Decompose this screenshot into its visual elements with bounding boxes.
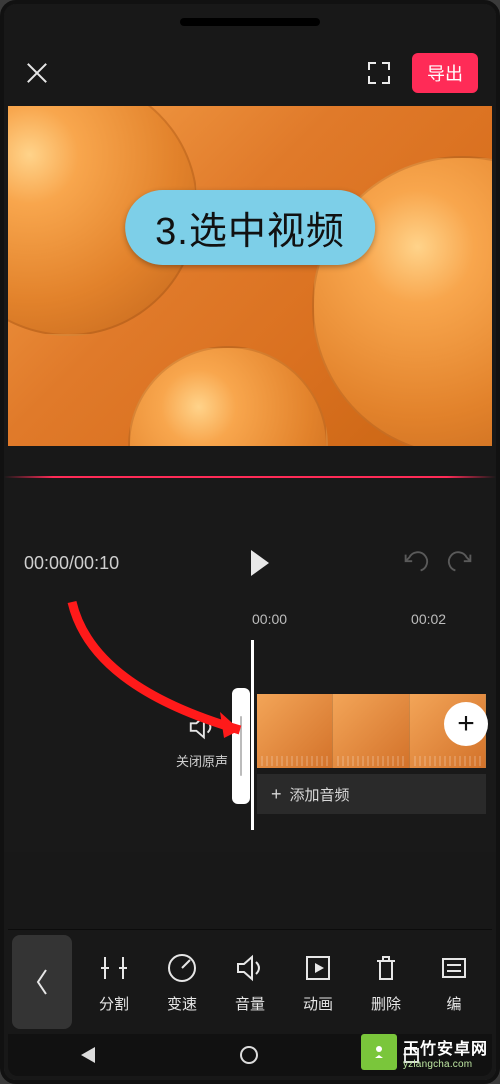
nav-home-icon[interactable] xyxy=(240,1046,258,1064)
tool-label: 音量 xyxy=(235,993,265,1014)
close-icon[interactable] xyxy=(22,58,52,88)
timecode-label: 00:00/00:10 xyxy=(24,553,119,574)
plus-icon: + xyxy=(271,784,282,805)
add-audio-track[interactable]: + 添加音频 xyxy=(257,774,486,814)
preview-divider xyxy=(4,476,496,478)
redo-icon[interactable] xyxy=(446,548,476,578)
mute-label: 关闭原声 xyxy=(172,751,232,770)
mute-original-sound[interactable]: 关闭原声 xyxy=(172,712,232,770)
timeline-ruler: 00:00 00:02 xyxy=(4,608,496,630)
edit-icon xyxy=(437,951,471,985)
tick-label: 00:02 xyxy=(411,611,446,627)
speed-icon xyxy=(165,951,199,985)
tool-label: 分割 xyxy=(99,993,129,1014)
tool-speed[interactable]: 变速 xyxy=(151,951,213,1014)
video-preview[interactable]: 3.选中视频 xyxy=(8,106,492,446)
trash-icon xyxy=(369,951,403,985)
add-audio-label: 添加音频 xyxy=(290,784,350,805)
split-icon xyxy=(97,951,131,985)
watermark: 玉竹安卓网 yzlangcha.com xyxy=(357,1032,492,1072)
watermark-title: 玉竹安卓网 xyxy=(403,1035,488,1059)
overlay-hint-bubble: 3.选中视频 xyxy=(125,190,375,265)
tool-label: 变速 xyxy=(167,993,197,1014)
playhead[interactable] xyxy=(251,640,254,830)
export-button[interactable]: 导出 xyxy=(412,53,478,93)
tool-label: 动画 xyxy=(303,993,333,1014)
undo-icon[interactable] xyxy=(400,548,430,578)
tool-label: 编 xyxy=(446,993,461,1014)
tool-split[interactable]: 分割 xyxy=(83,951,145,1014)
volume-icon xyxy=(233,951,267,985)
watermark-logo-icon xyxy=(361,1034,397,1070)
nav-back-icon[interactable] xyxy=(81,1047,95,1063)
toolbar-back-button[interactable] xyxy=(12,935,72,1029)
tool-edit[interactable]: 编 xyxy=(423,951,485,1014)
clip-handle-left[interactable] xyxy=(232,688,250,804)
play-icon[interactable] xyxy=(251,550,269,576)
editor-toolbar: 分割 变速 音量 动画 xyxy=(8,929,492,1034)
tool-volume[interactable]: 音量 xyxy=(219,951,281,1014)
playback-bar: 00:00/00:10 xyxy=(4,518,496,608)
editor-header: 导出 xyxy=(4,40,496,106)
tool-animation[interactable]: 动画 xyxy=(287,951,349,1014)
tool-delete[interactable]: 删除 xyxy=(355,951,417,1014)
speaker-icon xyxy=(187,712,217,742)
watermark-url: yzlangcha.com xyxy=(403,1059,488,1070)
chevron-left-icon xyxy=(34,967,50,997)
fullscreen-icon[interactable] xyxy=(366,60,392,86)
animation-icon xyxy=(301,951,335,985)
tick-label: 00:00 xyxy=(252,611,287,627)
add-clip-button[interactable]: + xyxy=(444,702,488,746)
tool-label: 删除 xyxy=(371,993,401,1014)
